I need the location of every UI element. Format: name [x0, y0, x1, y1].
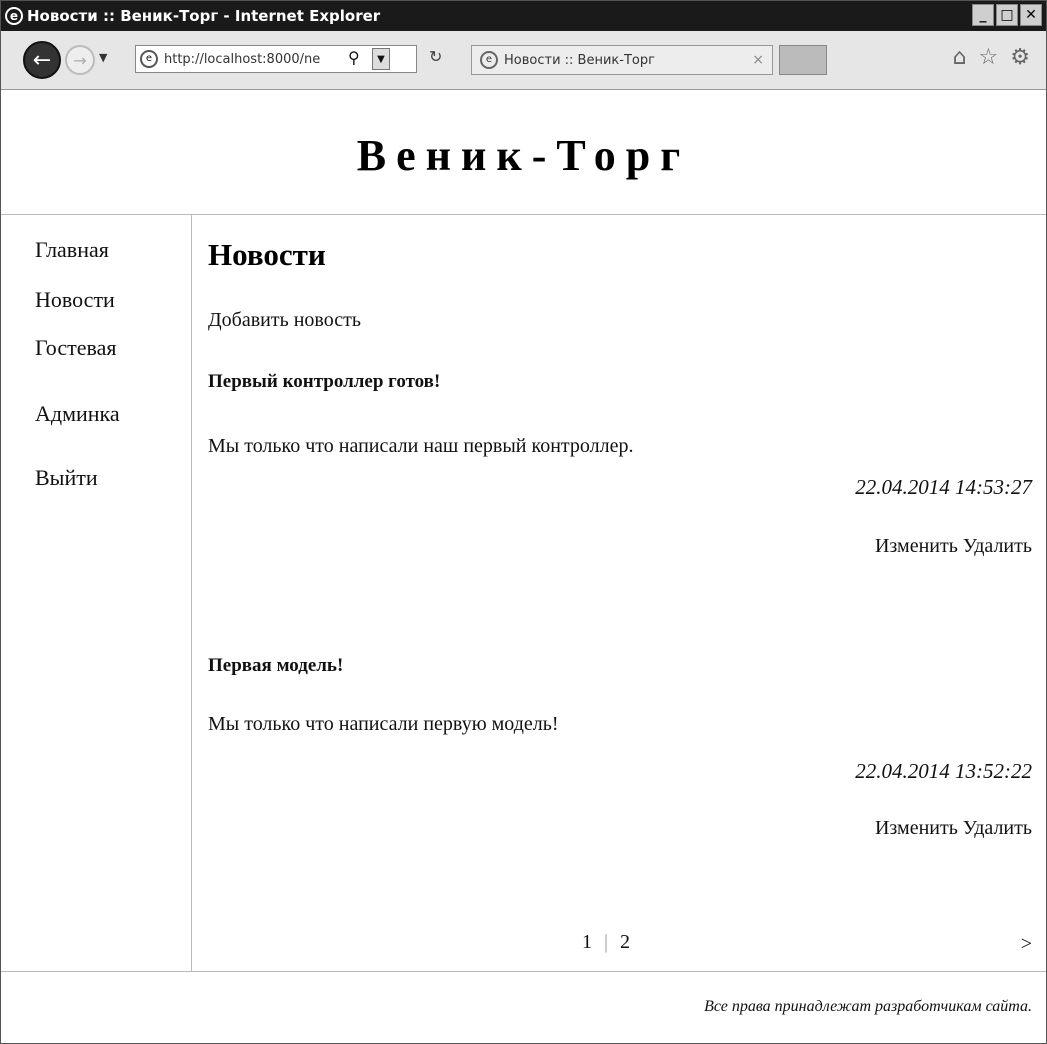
sidebar-item-guestbook[interactable]: Гостевая — [35, 335, 116, 361]
close-button[interactable]: ✕ — [1020, 4, 1042, 26]
url-text[interactable]: http://localhost:8000/ne — [164, 52, 344, 67]
minimize-button[interactable]: _ — [972, 4, 994, 26]
sidebar-item-news[interactable]: Новости — [35, 287, 115, 313]
tab-close-icon[interactable]: × — [752, 52, 764, 68]
news-title: Первый контроллер готов! — [208, 371, 441, 392]
sidebar-item-home[interactable]: Главная — [35, 237, 109, 263]
browser-window: e Новости :: Веник-Торг - Internet Explo… — [0, 0, 1047, 1044]
sidebar-item-logout[interactable]: Выйти — [35, 465, 98, 491]
window-title: Новости :: Веник-Торг - Internet Explore… — [27, 7, 381, 25]
back-button[interactable]: ← — [23, 41, 61, 79]
edit-news-link[interactable]: Изменить — [875, 535, 958, 557]
title-bar: e Новости :: Веник-Торг - Internet Explo… — [1, 1, 1046, 31]
tab-title: Новости :: Веник-Торг — [504, 53, 655, 68]
ie-logo-icon: e — [5, 7, 23, 25]
copyright-text: Все права принадлежат разработчикам сайт… — [704, 998, 1032, 1015]
page-separator: | — [604, 931, 609, 953]
page-content: Веник-Торг Главная Новости Гостевая Адми… — [1, 90, 1046, 1043]
sidebar-item-admin[interactable]: Админка — [35, 401, 120, 427]
maximize-button[interactable]: □ — [996, 4, 1018, 26]
tab-active[interactable]: e Новости :: Веник-Торг × — [471, 45, 773, 75]
delete-news-link[interactable]: Удалить — [963, 535, 1032, 557]
history-dropdown-icon[interactable]: ▼ — [99, 51, 107, 64]
refresh-icon[interactable]: ↻ — [429, 47, 442, 66]
page-link-2[interactable]: 2 — [620, 931, 630, 953]
news-date: 22.04.2014 14:53:27 — [855, 475, 1032, 499]
news-title: Первая модель! — [208, 655, 344, 676]
site-logo: Веник-Торг — [356, 131, 691, 180]
page-icon: e — [140, 50, 158, 68]
news-date: 22.04.2014 13:52:22 — [855, 759, 1032, 783]
news-text: Мы только что написали наш первый контро… — [208, 435, 634, 457]
sidebar: Главная Новости Гостевая Админка Выйти — [1, 215, 192, 971]
search-icon[interactable]: ⚲ — [348, 48, 360, 67]
forward-button[interactable]: → — [65, 45, 95, 75]
news-text: Мы только что написали первую модель! — [208, 713, 559, 735]
address-bar[interactable]: e http://localhost:8000/ne ⚲ ▼ — [135, 45, 417, 73]
page-current: 1 — [582, 931, 592, 953]
site-footer: Все права принадлежат разработчикам сайт… — [1, 971, 1046, 1044]
next-page-link[interactable]: > — [1021, 933, 1032, 956]
new-tab-button[interactable] — [779, 45, 827, 75]
edit-news-link[interactable]: Изменить — [875, 817, 958, 839]
tab-page-icon: e — [480, 51, 498, 69]
window-controls: _ □ ✕ — [972, 4, 1042, 26]
browser-toolbar: ← → ▼ e http://localhost:8000/ne ⚲ ▼ ↻ e… — [1, 31, 1046, 90]
gear-icon[interactable]: ⚙ — [1010, 45, 1030, 70]
news-actions: Изменить Удалить — [875, 817, 1032, 840]
add-news-link[interactable]: Добавить новость — [208, 309, 361, 332]
toolbar-icons: ⌂ ☆ ⚙ — [953, 45, 1030, 70]
main-content: Новости Добавить новость Первый контролл… — [192, 215, 1046, 971]
star-icon[interactable]: ☆ — [979, 45, 999, 70]
news-actions: Изменить Удалить — [875, 535, 1032, 558]
home-icon[interactable]: ⌂ — [953, 45, 967, 70]
address-dropdown-icon[interactable]: ▼ — [372, 48, 390, 70]
site-header: Веник-Торг — [1, 90, 1046, 215]
delete-news-link[interactable]: Удалить — [963, 817, 1032, 839]
pagination: 1 | 2 — [582, 931, 630, 954]
page-title: Новости — [208, 237, 326, 272]
